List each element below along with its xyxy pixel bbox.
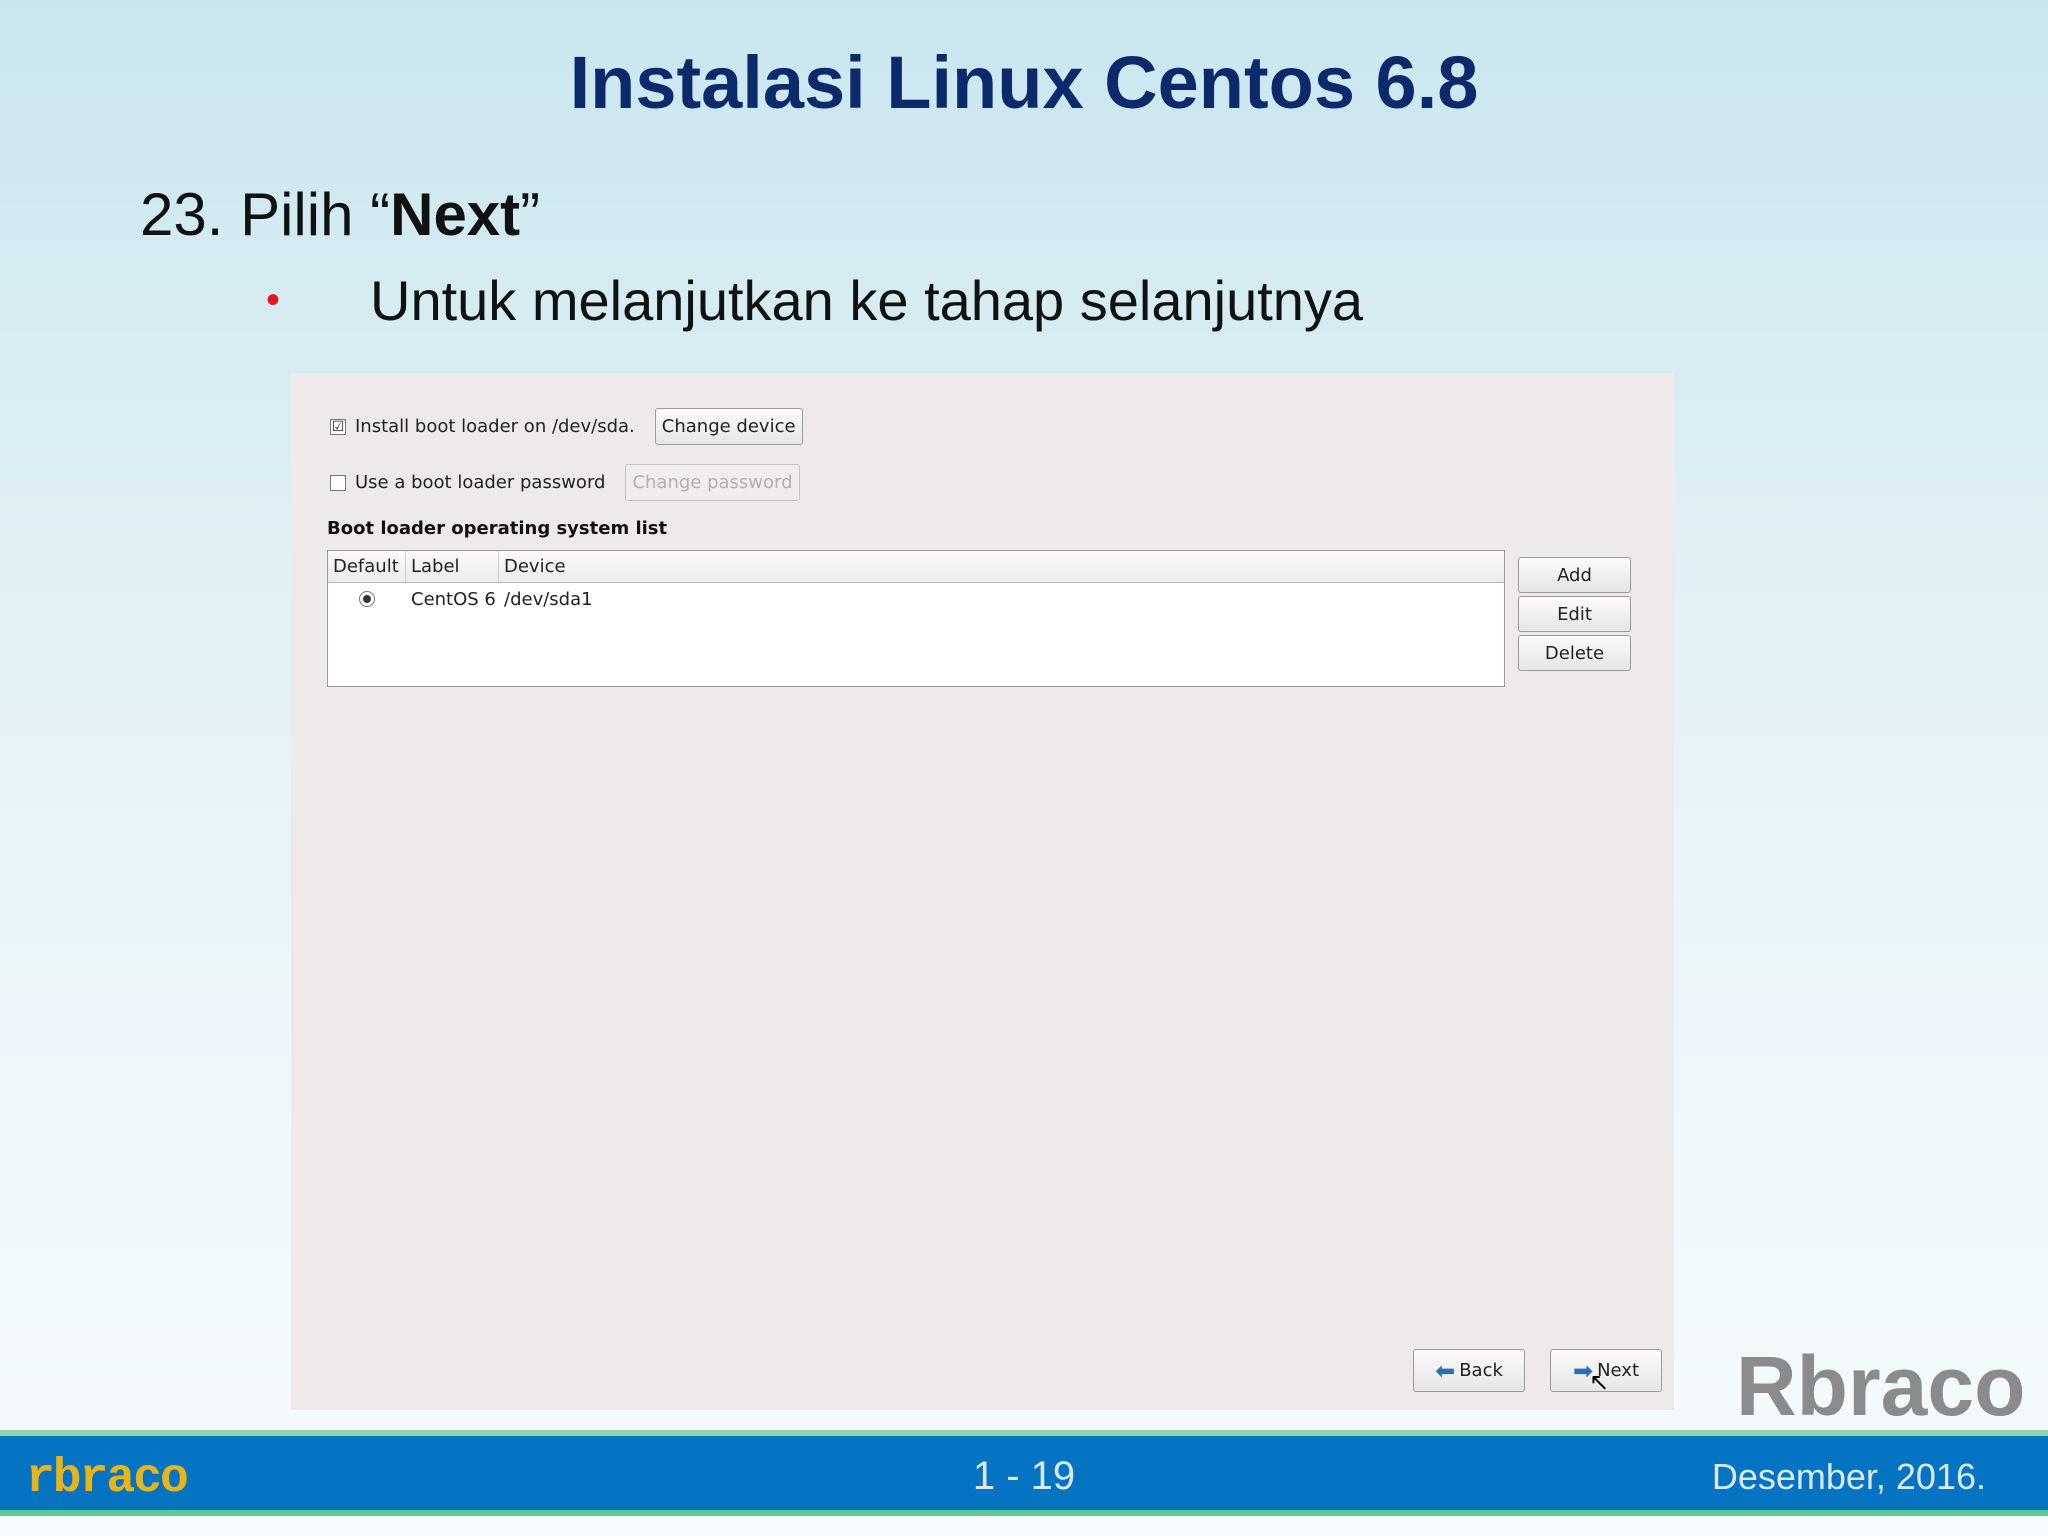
device-cell: /dev/sda1 bbox=[504, 588, 593, 610]
column-header-device[interactable]: Device bbox=[499, 551, 1504, 582]
step-heading: 23. Pilih “Next” bbox=[140, 180, 540, 249]
os-list-actions: Add Edit Delete bbox=[1518, 557, 1631, 674]
os-list-title: Boot loader operating system list bbox=[327, 518, 668, 539]
column-header-label[interactable]: Label bbox=[406, 551, 499, 582]
slide-title: Instalasi Linux Centos 6.8 bbox=[569, 41, 1479, 124]
watermark: Rbraco bbox=[1736, 1339, 2026, 1433]
back-label: Back bbox=[1459, 1360, 1503, 1381]
bootloader-password-checkbox[interactable] bbox=[330, 474, 346, 491]
os-list-table: Default Label Device CentOS 6 /dev/sda1 bbox=[327, 550, 1505, 687]
installer-screenshot: ☑ Install boot loader on /dev/sda. Chang… bbox=[291, 373, 1674, 1410]
install-bootloader-row: ☑ Install boot loader on /dev/sda. Chang… bbox=[330, 408, 803, 445]
change-device-button[interactable]: Change device bbox=[654, 408, 803, 445]
back-button[interactable]: ⬅ Back bbox=[1413, 1349, 1525, 1392]
footer-date: Desember, 2016. bbox=[1711, 1456, 1986, 1497]
slide-footer: rbraco 1 - 19 Desember, 2016. bbox=[0, 1430, 2048, 1516]
default-cell bbox=[328, 591, 406, 607]
table-header: Default Label Device bbox=[328, 551, 1504, 583]
add-button[interactable]: Add bbox=[1518, 557, 1631, 593]
table-row[interactable]: CentOS 6 /dev/sda1 bbox=[328, 583, 1504, 615]
arrow-left-icon: ⬅ bbox=[1435, 1356, 1456, 1385]
bullet-text: Untuk melanjutkan ke tahap selanjutnya bbox=[370, 269, 1364, 332]
wizard-navigation: ⬅ Back ➡ Next bbox=[1413, 1349, 1687, 1392]
step-prefix: 23. Pilih “ bbox=[140, 181, 391, 248]
label-cell: CentOS 6 bbox=[411, 588, 496, 610]
edit-button[interactable]: Edit bbox=[1518, 596, 1631, 632]
step-suffix: ” bbox=[520, 181, 541, 248]
install-bootloader-checkbox[interactable]: ☑ bbox=[330, 418, 346, 435]
change-password-button[interactable]: Change password bbox=[625, 464, 800, 501]
install-bootloader-label: Install boot loader on /dev/sda. bbox=[355, 416, 635, 437]
mouse-pointer-icon: ↖ bbox=[1589, 1368, 1610, 1396]
default-radio[interactable] bbox=[359, 591, 375, 607]
delete-button[interactable]: Delete bbox=[1518, 635, 1631, 671]
bootloader-password-row: Use a boot loader password Change passwo… bbox=[330, 464, 800, 501]
bootloader-password-label: Use a boot loader password bbox=[355, 472, 606, 493]
column-header-default[interactable]: Default bbox=[328, 551, 406, 582]
step-bold: Next bbox=[390, 181, 521, 248]
bullet-dot: • bbox=[266, 278, 281, 322]
